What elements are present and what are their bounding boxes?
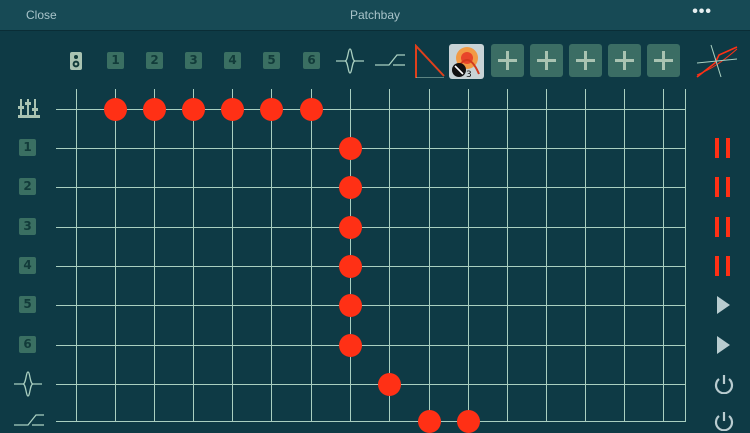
connection-dot[interactable] xyxy=(221,98,244,121)
play-icon[interactable] xyxy=(717,336,731,354)
connection-dot[interactable] xyxy=(143,98,166,121)
column-header-ch6[interactable]: 6 xyxy=(303,52,320,69)
power-icon[interactable] xyxy=(714,374,734,394)
column-header-ch4[interactable]: 4 xyxy=(224,52,241,69)
column-header-ch1[interactable]: 1 xyxy=(107,52,124,69)
row-header-ch3[interactable]: 3 xyxy=(19,218,36,235)
highpass-icon[interactable] xyxy=(375,51,405,73)
svg-text:3: 3 xyxy=(466,70,472,79)
connection-dot[interactable] xyxy=(339,294,362,317)
connection-dot[interactable] xyxy=(104,98,127,121)
add-column-button[interactable] xyxy=(608,44,641,77)
add-column-button[interactable] xyxy=(569,44,602,77)
connection-dot[interactable] xyxy=(339,176,362,199)
connection-dot[interactable] xyxy=(300,98,323,121)
connection-dot[interactable] xyxy=(339,334,362,357)
filter-icon[interactable] xyxy=(336,47,364,75)
column-header-ch5[interactable]: 5 xyxy=(263,52,280,69)
pause-icon[interactable] xyxy=(715,217,731,237)
connection-dot[interactable] xyxy=(182,98,205,121)
pause-icon[interactable] xyxy=(715,138,731,158)
connection-dot[interactable] xyxy=(339,216,362,239)
connection-dot[interactable] xyxy=(339,137,362,160)
row-header-ch5[interactable]: 5 xyxy=(19,296,36,313)
filter-icon[interactable] xyxy=(14,370,42,398)
pause-icon[interactable] xyxy=(715,177,731,197)
row-header-ch6[interactable]: 6 xyxy=(19,336,36,353)
add-column-button[interactable] xyxy=(647,44,680,77)
envelope-icon[interactable] xyxy=(414,44,446,78)
power-icon[interactable] xyxy=(714,411,734,431)
row-header-ch1[interactable]: 1 xyxy=(19,139,36,156)
column-header-ch3[interactable]: 3 xyxy=(185,52,202,69)
mixer-icon[interactable] xyxy=(18,99,40,119)
curve-icon[interactable] xyxy=(695,43,739,81)
connection-dot[interactable] xyxy=(260,98,283,121)
connection-dot[interactable] xyxy=(339,255,362,278)
play-icon[interactable] xyxy=(717,296,731,314)
column-header-ch2[interactable]: 2 xyxy=(146,52,163,69)
row-header-ch2[interactable]: 2 xyxy=(19,178,36,195)
pause-icon[interactable] xyxy=(715,256,731,276)
app-icon[interactable]: 3 xyxy=(449,44,484,79)
highpass-icon[interactable] xyxy=(14,411,44,433)
add-column-button[interactable] xyxy=(530,44,563,77)
add-column-button[interactable] xyxy=(491,44,524,77)
connection-dot[interactable] xyxy=(378,373,401,396)
row-header-ch4[interactable]: 4 xyxy=(19,257,36,274)
speaker-icon[interactable] xyxy=(67,52,85,70)
